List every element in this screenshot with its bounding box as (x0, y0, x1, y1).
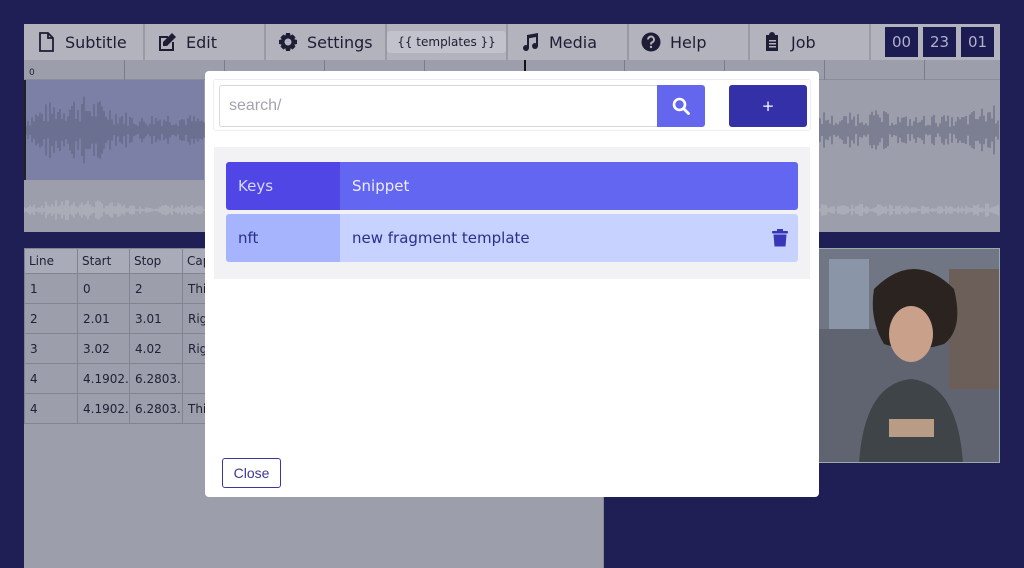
close-label: Close (233, 465, 270, 481)
trash-icon[interactable] (772, 229, 788, 247)
search-button[interactable] (657, 85, 705, 127)
search-icon (672, 97, 690, 115)
snippet-column-header: Snippet (340, 162, 798, 210)
template-snippet[interactable]: new fragment template (340, 214, 798, 262)
templates-modal: + Keys Snippet nft new fragment template… (205, 71, 819, 497)
template-list-header: Keys Snippet (226, 162, 798, 210)
keys-column-header: Keys (226, 162, 340, 210)
close-button[interactable]: Close (222, 458, 281, 488)
template-row[interactable]: nft new fragment template (226, 214, 798, 262)
search-bar: + (213, 79, 811, 131)
template-snippet-text: new fragment template (352, 229, 530, 247)
search-input[interactable] (219, 85, 657, 127)
add-template-button[interactable]: + (729, 85, 807, 127)
template-list: Keys Snippet nft new fragment template (214, 147, 810, 279)
template-key[interactable]: nft (226, 214, 340, 262)
add-label: + (761, 97, 775, 115)
